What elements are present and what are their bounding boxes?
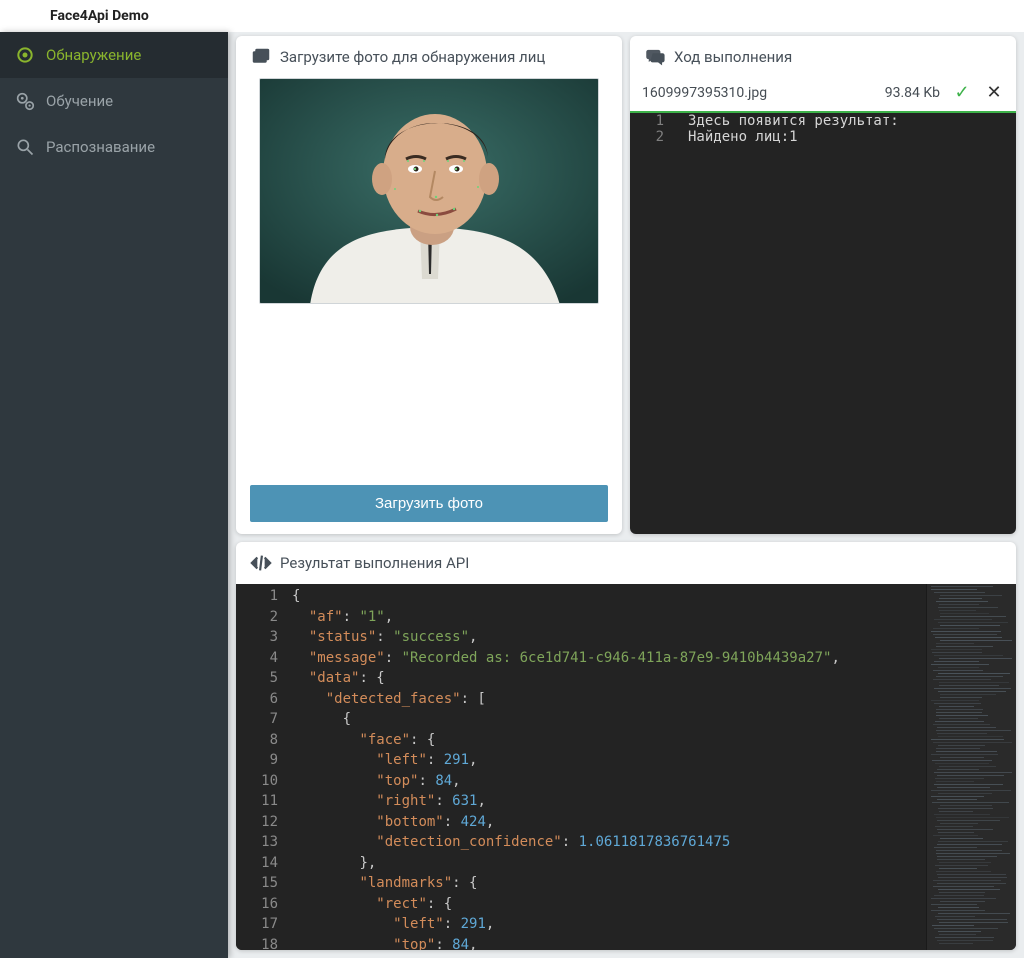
images-icon	[250, 46, 272, 68]
upload-body: Загрузить фото	[236, 78, 622, 534]
sidebar-item-recognition[interactable]: Распознавание	[0, 124, 228, 170]
app-title-bar: Face4Api Demo	[0, 0, 1024, 32]
upload-file-row: 1609997395310.jpg 93.84 Kb ✓ ✕	[630, 78, 1016, 111]
app-title: Face4Api Demo	[50, 8, 149, 24]
progress-console[interactable]: 1Здесь появится результат:2Найдено лиц:1	[630, 111, 1016, 534]
result-panel: Результат выполнения API 123456789101112…	[236, 542, 1016, 950]
check-icon: ✓	[950, 82, 974, 103]
panel-title: Результат выполнения API	[280, 554, 469, 572]
panel-header: Загрузите фото для обнаружения лиц	[236, 36, 622, 78]
code-icon	[250, 552, 272, 574]
gear-icon	[14, 90, 36, 112]
target-icon	[14, 44, 36, 66]
upload-button[interactable]: Загрузить фото	[250, 485, 608, 522]
progress-panel: Ход выполнения 1609997395310.jpg 93.84 K…	[630, 36, 1016, 534]
panel-header: Ход выполнения	[630, 36, 1016, 78]
sidebar-item-detection[interactable]: Обнаружение	[0, 32, 228, 78]
close-icon[interactable]: ✕	[984, 82, 1004, 103]
sidebar-item-training[interactable]: Обучение	[0, 78, 228, 124]
chat-icon	[644, 46, 666, 68]
minimap[interactable]	[926, 584, 1016, 950]
uploaded-photo	[259, 78, 599, 304]
sidebar-item-label: Обучение	[46, 92, 113, 110]
content-grid: Загрузите фото для обнаружения лиц	[228, 32, 1024, 958]
line-gutter: 123456789101112131415161718	[236, 584, 288, 950]
file-size: 93.84 Kb	[850, 85, 940, 101]
sidebar: Обнаружение Обучение Распознавание	[0, 32, 228, 958]
search-icon	[14, 136, 36, 158]
code-body: { "af": "1", "status": "success", "messa…	[288, 584, 926, 950]
progress-body: 1609997395310.jpg 93.84 Kb ✓ ✕ 1Здесь по…	[630, 78, 1016, 534]
main-layout: Обнаружение Обучение Распознавание Загру…	[0, 32, 1024, 958]
upload-panel: Загрузите фото для обнаружения лиц	[236, 36, 622, 534]
panel-title: Ход выполнения	[674, 48, 792, 66]
panel-title: Загрузите фото для обнаружения лиц	[280, 48, 545, 66]
sidebar-item-label: Обнаружение	[46, 46, 141, 64]
sidebar-item-label: Распознавание	[46, 138, 155, 156]
panel-header: Результат выполнения API	[236, 542, 1016, 584]
code-editor[interactable]: 123456789101112131415161718 { "af": "1",…	[236, 584, 1016, 950]
file-name: 1609997395310.jpg	[642, 85, 840, 101]
